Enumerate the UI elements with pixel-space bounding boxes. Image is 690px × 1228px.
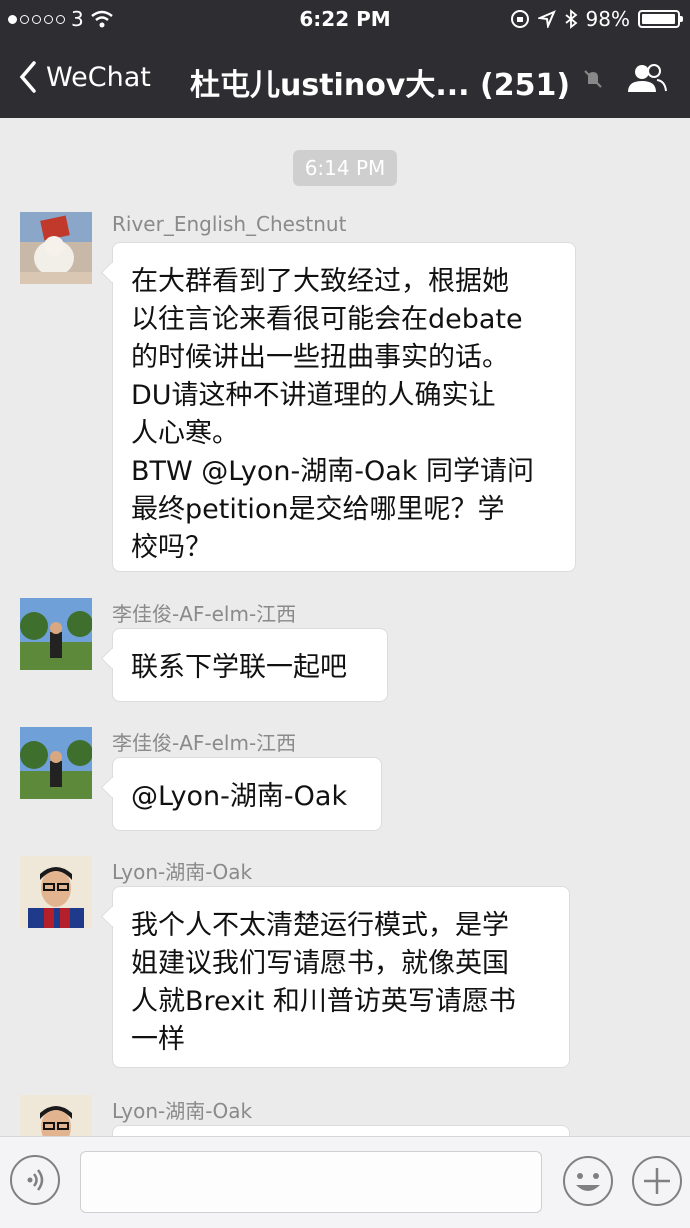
status-bar: 3 6:22 PM 98% <box>0 0 690 38</box>
sender-name: River_English_Chestnut <box>112 212 347 236</box>
message-text: 人就Brexit 和川普访英写请愿书 <box>131 986 516 1017</box>
sender-name: 李佳俊-AF-elm-江西 <box>112 731 297 755</box>
back-label: WeChat <box>46 61 151 93</box>
emoji-button[interactable] <box>562 1155 614 1207</box>
message-text: @Lyon-湖南-Oak <box>131 781 348 812</box>
message-text: 的时候讲出一些扭曲事实的话。 <box>131 342 509 373</box>
header: 3 6:22 PM 98% WeChat 杜屯儿ustinov大... (251… <box>0 0 690 118</box>
message-text: 最终petition是交给哪里呢？学 <box>131 494 505 525</box>
message-bubble[interactable]: 在大群看到了大致经过，根据她 以往言论来看很可能会在debate 的时候讲出一些… <box>112 242 576 572</box>
orientation-lock-icon <box>510 10 529 28</box>
message-text: 在大群看到了大致经过，根据她 <box>131 266 509 297</box>
voice-icon <box>27 1169 44 1191</box>
location-icon <box>537 10 556 28</box>
sender-name: 李佳俊-AF-elm-江西 <box>112 602 297 626</box>
chat-title: 杜屯儿ustinov大... (251) <box>190 68 571 103</box>
message-text: 联系下学联一起吧 <box>131 652 347 683</box>
status-right: 98% <box>510 7 683 31</box>
sender-name: Lyon-湖南-Oak <box>112 860 253 884</box>
avatar[interactable] <box>20 212 92 284</box>
avatar[interactable] <box>20 1095 92 1136</box>
battery-percent: 98% <box>585 7 630 31</box>
back-button[interactable]: WeChat <box>18 60 151 94</box>
message-text: BTW @Lyon-湖南-Oak 同学请问 <box>131 456 534 487</box>
message-text: DU请这种不讲道理的人确实让 <box>131 380 496 411</box>
message-bubble[interactable]: 我个人不太清楚运行模式，是学 姐建议我们写请愿书，就像英国 人就Brexit 和… <box>112 886 570 1068</box>
add-button[interactable] <box>631 1155 683 1207</box>
message-bubble[interactable]: @Lyon-湖南-Oak <box>112 757 382 831</box>
message-bubble[interactable] <box>112 1125 570 1136</box>
message-text: 校吗？ <box>131 532 212 563</box>
message-text: 姐建议我们写请愿书，就像英国 <box>131 948 509 979</box>
avatar[interactable] <box>20 598 92 670</box>
chevron-left-icon <box>19 61 36 93</box>
message-text: 我个人不太清楚运行模式，是学 <box>131 910 509 941</box>
message-input[interactable] <box>80 1151 542 1213</box>
avatar[interactable] <box>20 856 92 928</box>
mute-icon <box>584 70 602 88</box>
voice-button[interactable] <box>10 1155 60 1205</box>
timestamp-badge: 6:14 PM <box>293 150 397 186</box>
message-text: 以往言论来看很可能会在debate <box>131 304 523 335</box>
nav-bar: WeChat 杜屯儿ustinov大... (251) <box>0 44 690 114</box>
avatar[interactable] <box>20 727 92 799</box>
message-text: 一样 <box>131 1024 185 1055</box>
plus-icon <box>632 1156 682 1206</box>
message-text: 人心寒。 <box>131 418 239 449</box>
message-bubble[interactable]: 联系下学联一起吧 <box>112 628 388 702</box>
bluetooth-icon <box>564 9 577 29</box>
group-members-icon[interactable] <box>624 62 668 96</box>
battery-icon <box>638 10 683 28</box>
chat-area[interactable]: 6:14 PM River_English_Chestnut 在大群看到了大致经… <box>0 118 690 1136</box>
emoji-icon <box>563 1156 613 1206</box>
sender-name: Lyon-湖南-Oak <box>112 1099 253 1123</box>
input-bar <box>0 1136 690 1228</box>
